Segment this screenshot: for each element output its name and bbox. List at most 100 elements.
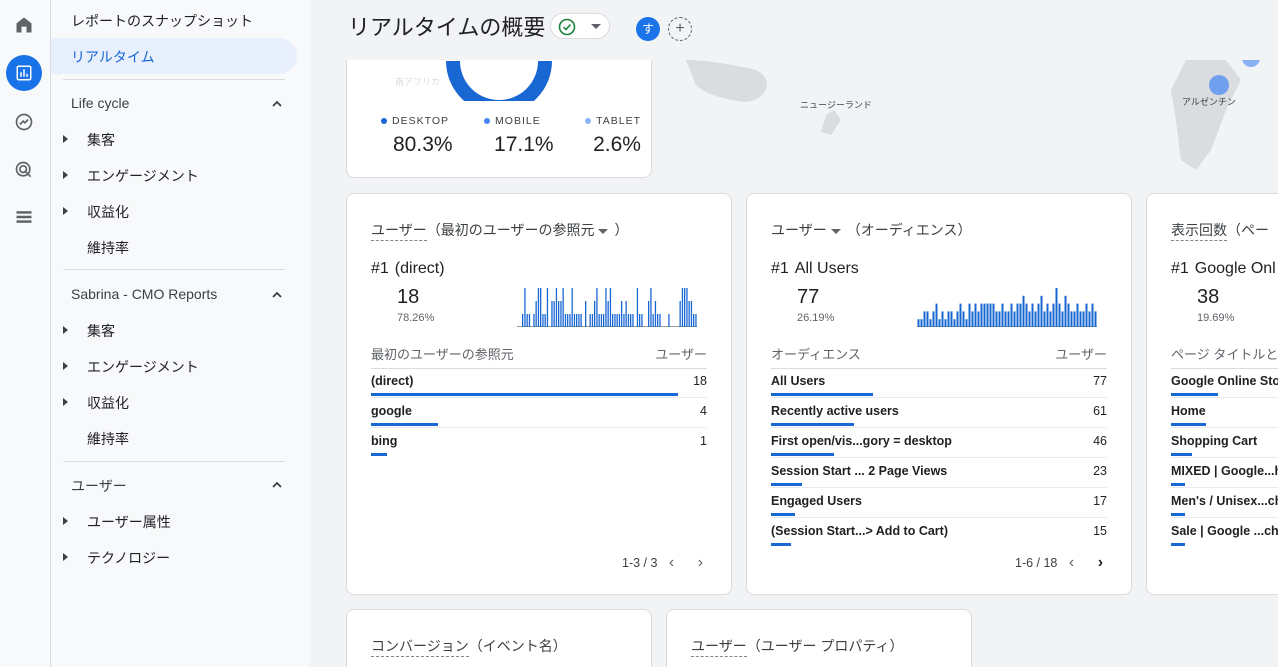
sparkline-bar (542, 314, 544, 327)
chevron-left-icon[interactable]: ‹ (1069, 554, 1074, 572)
caret-right-icon (63, 362, 68, 370)
sparkline-bar (938, 319, 941, 327)
device-label: MOBILE (495, 115, 541, 127)
sparkline-bar (533, 314, 535, 327)
sparkline-bar (974, 303, 977, 327)
sparkline-bar (1082, 311, 1085, 327)
sparkline-bar (995, 311, 998, 327)
sparkline-bar (1052, 303, 1055, 327)
table-row[interactable]: Shopping Cart (1171, 428, 1278, 458)
section-header-user[interactable]: ユーザー (71, 476, 285, 496)
list-icon[interactable] (6, 199, 42, 235)
sparkline-bar (654, 301, 657, 327)
sparkline-bar (652, 314, 654, 327)
table-row[interactable]: Session Start ... 2 Page Views 23 (771, 458, 1107, 488)
table-row[interactable]: Engaged Users 17 (771, 488, 1107, 518)
advertising-icon[interactable] (6, 152, 42, 188)
nav-report-snapshot[interactable]: レポートのスナップショット (71, 11, 253, 31)
sparkline-bar (1022, 295, 1025, 327)
chevron-right-icon[interactable]: › (698, 554, 703, 572)
row-label: Google Online Stor (1171, 374, 1278, 388)
sparkline-bar (657, 314, 659, 327)
sparkline-bar (980, 303, 983, 327)
section-title: Life cycle (71, 95, 130, 111)
home-icon[interactable] (6, 7, 42, 43)
sparkline-bar (648, 301, 650, 327)
caret-right-icon (63, 207, 68, 215)
metric-selector[interactable]: ユーザー (691, 638, 747, 657)
add-comparison-button[interactable]: + (668, 17, 692, 41)
dimension-label[interactable]: （最初のユーザーの参照元 (427, 222, 595, 238)
caret-right-icon (63, 398, 68, 406)
sparkline-bar (612, 314, 614, 327)
table-row[interactable]: bing 1 (371, 428, 707, 458)
page-header: リアルタイムの概要 す + (320, 0, 1278, 60)
sparkline-bar (1070, 311, 1073, 327)
chevron-down-icon[interactable] (830, 228, 841, 234)
table-row[interactable]: (direct) 18 (371, 368, 707, 398)
explore-icon[interactable] (6, 104, 42, 140)
divider (63, 269, 285, 270)
row-value: 18 (693, 374, 707, 388)
sparkline-bar (983, 303, 986, 327)
table-row[interactable]: Sale | Google ...cha (1171, 518, 1278, 548)
caret-right-icon (63, 171, 68, 179)
pagination-label: 1-6 / 18 (1015, 556, 1058, 570)
card-title: ユーザー（最初のユーザーの参照元 ） (371, 220, 628, 241)
row-value: 46 (1093, 434, 1107, 448)
sparkline-bar (589, 314, 591, 327)
table-row[interactable]: MIXED | Google...h (1171, 458, 1278, 488)
row-value: 15 (1093, 524, 1107, 538)
main-content: 南アフリカ DESKTOP 80.3% MOBILE 17.1% TABLET … (320, 0, 1278, 667)
sparkline-bar (562, 288, 564, 327)
table-row[interactable]: First open/vis...gory = desktop 46 (771, 428, 1107, 458)
table-row[interactable]: Recently active users 61 (771, 398, 1107, 428)
sparkline-bar (1061, 311, 1064, 327)
section-header-lifecycle[interactable]: Life cycle (71, 95, 285, 111)
table-row[interactable]: google 4 (371, 398, 707, 428)
table-row[interactable]: Men's / Unisex...ch (1171, 488, 1278, 518)
sparkline-bar (998, 311, 1001, 327)
sparkline-bar (1013, 311, 1016, 327)
metric-selector[interactable]: 表示回数 (1171, 222, 1227, 241)
sparkline-bar (636, 288, 639, 327)
column-header-source: 最初のユーザーの参照元 (371, 347, 514, 362)
row-share-bar (371, 423, 438, 426)
row-share-bar (1171, 423, 1206, 426)
sparkline-chart (917, 288, 1097, 327)
top-item-percent: 19.69% (1197, 312, 1235, 324)
sparkline-bar (616, 314, 618, 327)
nav-realtime[interactable]: リアルタイム (51, 38, 297, 74)
table-row[interactable]: (Session Start...> Add to Cart) 15 (771, 518, 1107, 548)
metric-selector[interactable]: ユーザー (371, 222, 427, 241)
status-dropdown[interactable] (550, 13, 610, 39)
sparkline-bar (977, 311, 980, 327)
sparkline-bar (524, 288, 526, 327)
card-title: ユーザー（ユーザー プロパティ） (691, 636, 904, 657)
section-title: Sabrina - CMO Reports (71, 286, 218, 302)
chevron-down-icon[interactable] (598, 228, 609, 234)
row-label: Session Start ... 2 Page Views (771, 464, 948, 478)
chevron-left-icon[interactable]: ‹ (669, 554, 674, 572)
sparkline-bar (1007, 311, 1010, 327)
table-row[interactable]: All Users 77 (771, 368, 1107, 398)
reports-icon[interactable] (6, 55, 42, 91)
chevron-right-icon[interactable]: › (1098, 554, 1103, 572)
pagination: 1-3 / 3 ‹ › (622, 554, 703, 572)
device-value: 80.3% (393, 133, 453, 156)
metric-selector[interactable]: ユーザー (771, 222, 827, 238)
dimension-label[interactable]: （ペー (1227, 222, 1269, 238)
row-label: Engaged Users (771, 494, 863, 508)
avatar[interactable]: す (636, 17, 660, 41)
metric-selector[interactable]: コンバージョン (371, 638, 469, 657)
table-row[interactable]: Home (1171, 398, 1278, 428)
row-value: 17 (1093, 494, 1107, 508)
sparkline-bar (641, 314, 643, 327)
table-row[interactable]: Google Online Stor (1171, 368, 1278, 398)
section-header-cmo-reports[interactable]: Sabrina - CMO Reports (71, 286, 285, 302)
row-value: 23 (1093, 464, 1107, 478)
sparkline-bar (567, 314, 569, 327)
column-header-users: ユーザー (1055, 347, 1107, 362)
top-item: #1 All Users (771, 260, 859, 278)
sparkline-bar (618, 314, 621, 327)
